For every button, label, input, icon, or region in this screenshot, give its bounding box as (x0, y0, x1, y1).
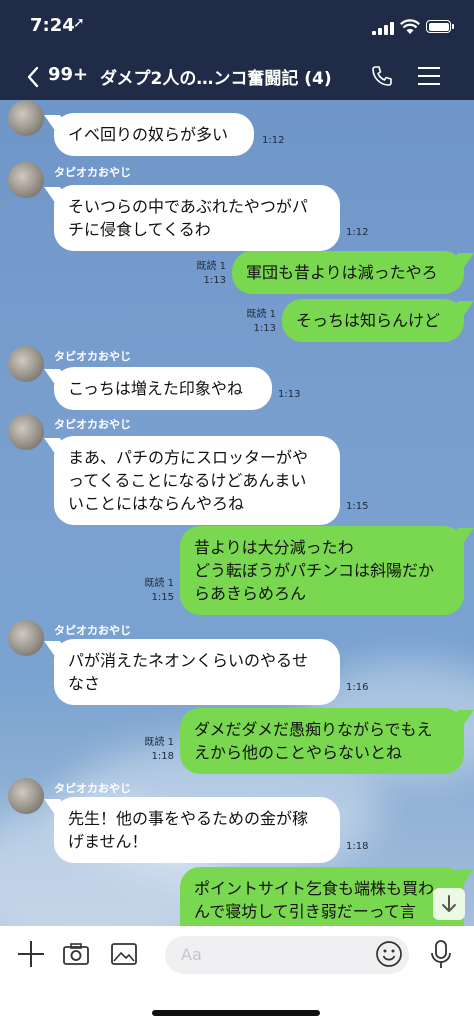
message-meta: 既読 1 1:13 (166, 260, 226, 288)
message-meta: 1:15 (346, 500, 368, 514)
incoming-message[interactable]: そいつらの中であぶれたやつがパ チに侵食してくるわ (54, 185, 340, 251)
message-meta: 1:12 (262, 134, 284, 148)
sender-name: タピオカおやじ (54, 350, 131, 363)
message-meta: 1:18 (346, 840, 368, 854)
battery-icon (426, 20, 454, 33)
message-time: 1:15 (346, 501, 369, 512)
unread-count[interactable]: 99+ (48, 64, 88, 85)
status-bar: 7:24 ➚ (0, 0, 474, 52)
message-input[interactable]: Aa (165, 936, 409, 974)
plus-icon[interactable] (17, 940, 45, 968)
message-time: 1:13 (253, 323, 276, 334)
read-receipt: 既読 1 (196, 261, 226, 272)
message-time: 1:13 (278, 389, 301, 400)
message-time: 1:13 (203, 275, 226, 286)
message-text: そっちは知らんけど (296, 311, 441, 330)
message-time: 1:12 (346, 227, 369, 238)
message-placeholder: Aa (181, 945, 202, 964)
message-text: チに侵食してくるわ (68, 220, 211, 239)
chat-area[interactable]: イベ回りの奴らが多い 1:12 タピオカおやじ そいつらの中であぶれたやつがパ チに侵食… (0, 100, 474, 926)
message-text: ダメだダメだ愚痴りながらでもえ (194, 720, 433, 739)
message-meta: 1:12 (346, 226, 368, 240)
location-icon: ➚ (73, 15, 85, 31)
avatar[interactable] (8, 620, 44, 656)
home-indicator (152, 1010, 320, 1016)
message-text: イベ回りの奴らが多い (68, 125, 229, 144)
message-text: こっちは増えた印象やね (68, 379, 243, 398)
message-time: 1:12 (262, 135, 285, 146)
avatar[interactable] (8, 414, 44, 450)
message-text: まあ、パチの方にスロッターがや (68, 448, 309, 467)
message-time: 1:18 (151, 751, 174, 762)
avatar[interactable] (8, 778, 44, 814)
sender-name: タピオカおやじ (54, 624, 131, 637)
mic-icon[interactable] (430, 940, 452, 970)
outgoing-message[interactable]: ダメだダメだ愚痴りながらでもえ えから他のことやらないとね (180, 708, 464, 774)
avatar[interactable] (8, 346, 44, 382)
message-meta: 1:13 (278, 388, 300, 402)
sender-name: タピオカおやじ (54, 166, 131, 179)
sender-name: タピオカおやじ (54, 782, 131, 795)
sender-name: タピオカおやじ (54, 418, 131, 431)
incoming-message[interactable]: 先生！他の事をやるための金が稼 げません！ (54, 797, 340, 863)
message-time: 1:16 (346, 682, 369, 693)
wifi-icon (400, 19, 420, 34)
message-text: パが消えたネオンくらいのやるせ (68, 651, 309, 670)
message-meta: 既読 1 1:15 (114, 577, 174, 605)
outgoing-message[interactable]: 昔よりは大分減ったわどう転ぼうがパチンコは斜陽だか らあきらめろん (180, 526, 464, 615)
chevron-left-icon (27, 66, 39, 88)
message-text: えから他のことやらないとね (194, 743, 403, 762)
message-text: げません！ (68, 832, 148, 851)
read-receipt: 既読 1 (144, 578, 174, 589)
message-text: 軍団も昔よりは減ったやろ (246, 263, 438, 282)
avatar[interactable] (8, 100, 44, 136)
message-text: 先生！他の事をやるための金が稼 (68, 809, 309, 828)
incoming-message[interactable]: イベ回りの奴らが多い (54, 113, 254, 156)
message-text: なさ (68, 674, 101, 693)
message-text: ポイントサイト乞食も端株も買わ (194, 879, 435, 898)
scroll-down-button[interactable] (433, 888, 465, 920)
menu-icon[interactable] (418, 66, 440, 86)
message-text: らあきらめろん (194, 584, 307, 603)
signal-icon (372, 22, 394, 35)
phone-icon[interactable] (370, 64, 394, 88)
read-receipt: 既読 1 (246, 309, 276, 320)
message-text: んで寝坊して引き弱だーって言 (194, 902, 416, 921)
message-meta: 1:16 (346, 681, 368, 695)
chat-title: ダメプ2人の…ンコ奮闘記 (4) (100, 69, 332, 89)
camera-icon[interactable] (62, 942, 90, 966)
message-time: 1:15 (151, 592, 174, 603)
arrow-down-icon (442, 895, 456, 912)
chat-header: 99+ ダメプ2人の…ンコ奮闘記 (4) (0, 52, 474, 100)
message-time: 1:18 (346, 841, 369, 852)
emoji-icon[interactable] (375, 940, 403, 968)
read-receipt: 既読 1 (144, 737, 174, 748)
message-meta: 既読 1 1:18 (114, 736, 174, 764)
message-text: いことにはならんやろね (68, 494, 245, 513)
input-bar: Aa (0, 926, 474, 1024)
incoming-message[interactable]: パが消えたネオンくらいのやるせ なさ (54, 639, 340, 705)
outgoing-message[interactable]: ポイントサイト乞食も端株も買わんで寝坊して引き弱だーって言ってるのは自己責任やで (180, 867, 464, 926)
outgoing-message[interactable]: そっちは知らんけど (282, 299, 464, 342)
status-time: 7:24 (30, 15, 75, 36)
message-text: ってくることになるけどあんまい (68, 471, 307, 490)
image-icon[interactable] (110, 942, 138, 966)
outgoing-message[interactable]: 軍団も昔よりは減ったやろ (232, 251, 464, 294)
message-text: そいつらの中であぶれたやつがパ (68, 197, 308, 216)
message-text: 昔よりは大分減ったわ (194, 538, 354, 557)
incoming-message[interactable]: まあ、パチの方にスロッターがや ってくることになるけどあんまい いことにはならんやろ… (54, 436, 340, 525)
message-text: どう転ぼうがパチンコは斜陽だか (194, 561, 435, 580)
avatar[interactable] (8, 162, 44, 198)
incoming-message[interactable]: こっちは増えた印象やね (54, 367, 272, 410)
message-meta: 既読 1 1:13 (216, 308, 276, 336)
